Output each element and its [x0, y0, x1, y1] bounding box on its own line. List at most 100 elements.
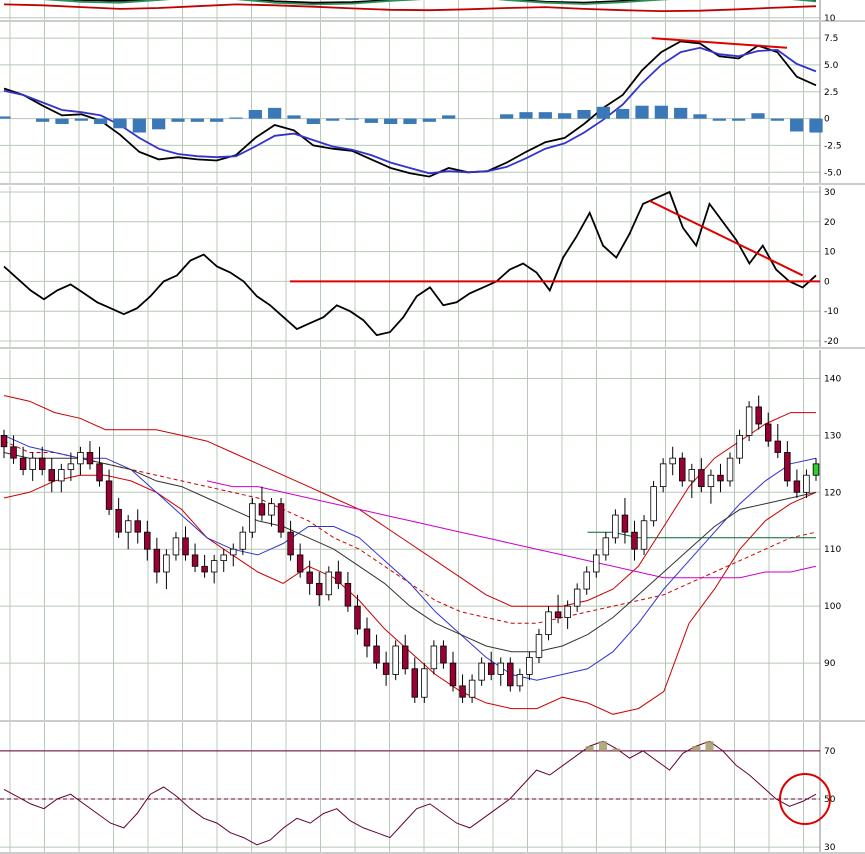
- histogram-bar: [210, 118, 224, 122]
- histogram-bar: [422, 118, 436, 122]
- histogram-bar: [171, 118, 185, 122]
- candle: [239, 531, 247, 550]
- top-oscillator-partial-panel: 10: [0, 0, 865, 24]
- candle: [564, 605, 571, 618]
- histogram-bar: [384, 118, 398, 124]
- candle: [812, 463, 820, 476]
- candle: [774, 440, 782, 453]
- histogram-bar: [190, 118, 204, 122]
- histogram-bar: [616, 108, 630, 119]
- candle: [440, 645, 447, 664]
- y-tick-label: -2.5: [824, 141, 842, 151]
- candle: [38, 457, 46, 470]
- histogram-bar: [693, 114, 707, 119]
- price-panel: 90 100 110 120 130 140: [0, 350, 865, 722]
- candle: [583, 571, 590, 590]
- y-tick-label: 120: [824, 488, 841, 498]
- candle: [124, 520, 132, 533]
- candle: [554, 611, 562, 618]
- candle: [67, 463, 75, 470]
- y-tick-label: 10: [824, 248, 836, 258]
- histogram-bar: [635, 105, 649, 119]
- histogram-bar: [229, 117, 243, 119]
- candle: [526, 656, 533, 675]
- candle: [612, 514, 619, 539]
- histogram-bar: [809, 118, 823, 133]
- histogram-bar: [113, 118, 127, 129]
- panel-background: [0, 22, 820, 183]
- candle: [392, 645, 399, 675]
- candle: [134, 520, 141, 533]
- y-tick-label: 30: [824, 188, 836, 198]
- candle: [688, 469, 696, 482]
- candle: [10, 446, 17, 459]
- overbought-fill: [585, 746, 594, 751]
- candle: [316, 582, 323, 596]
- candle: [784, 452, 791, 482]
- overbought-fill: [599, 741, 608, 751]
- candle: [449, 662, 457, 687]
- stock-chart: 10 -5.0 -2.5 0 2.5 5.0 7.5 -20 -10 0 10 20 30 90 100 11…: [0, 0, 865, 854]
- candle: [487, 662, 495, 675]
- y-tick-label: 2.5: [824, 88, 838, 98]
- panel-background: [0, 350, 820, 720]
- candle: [459, 685, 466, 698]
- y-tick-label: 140: [824, 374, 841, 384]
- y-tick-label: 90: [824, 659, 836, 669]
- histogram-bar: [345, 118, 359, 120]
- macd-panel: -5.0 -2.5 0 2.5 5.0 7.5: [0, 22, 865, 185]
- overbought-fill: [692, 746, 701, 751]
- histogram-bar: [94, 118, 108, 124]
- y-tick-label: 0: [824, 115, 830, 125]
- histogram-bar: [577, 110, 591, 119]
- candle: [210, 560, 218, 573]
- candle: [163, 554, 170, 573]
- momentum-panel: -20 -10 0 10 20 30: [0, 186, 865, 349]
- candle: [640, 520, 648, 550]
- histogram-bar: [790, 118, 804, 132]
- histogram-bar: [248, 110, 262, 119]
- candle: [698, 469, 705, 488]
- candle: [593, 554, 600, 573]
- candle: [296, 554, 304, 573]
- y-tick-label: 0: [824, 277, 830, 287]
- rsi-panel: 305070: [0, 722, 865, 854]
- candle: [249, 503, 256, 533]
- candle: [77, 452, 84, 465]
- candle: [793, 480, 801, 493]
- candle: [230, 548, 237, 556]
- candle: [268, 503, 275, 516]
- candle: [105, 480, 113, 510]
- candle: [153, 548, 161, 573]
- candle: [287, 531, 294, 556]
- histogram-bar: [500, 114, 514, 119]
- y-tick-label: -10: [824, 307, 839, 317]
- histogram-bar: [442, 115, 456, 119]
- candle: [650, 486, 657, 522]
- histogram-bar: [770, 118, 784, 121]
- histogram-bar: [712, 118, 726, 121]
- candle: [363, 628, 371, 647]
- histogram-bar: [654, 105, 668, 119]
- y-tick-label: 70: [824, 747, 836, 757]
- candle: [373, 645, 380, 664]
- candle: [535, 634, 543, 658]
- candle: [19, 457, 27, 470]
- candle: [736, 434, 743, 459]
- candle: [306, 571, 313, 584]
- histogram-bar: [674, 107, 688, 119]
- panel-background: [0, 186, 820, 347]
- candle: [201, 565, 208, 573]
- candle: [115, 508, 122, 533]
- candle: [717, 474, 724, 482]
- histogram-bar: [268, 107, 282, 119]
- y-tick-label: 5.0: [824, 61, 839, 71]
- candle: [468, 679, 476, 698]
- candle: [277, 503, 285, 533]
- candle: [507, 662, 514, 687]
- candle: [659, 463, 667, 488]
- candle: [335, 571, 342, 584]
- candle: [0, 434, 8, 448]
- histogram-bar: [364, 118, 378, 123]
- candle: [573, 588, 581, 607]
